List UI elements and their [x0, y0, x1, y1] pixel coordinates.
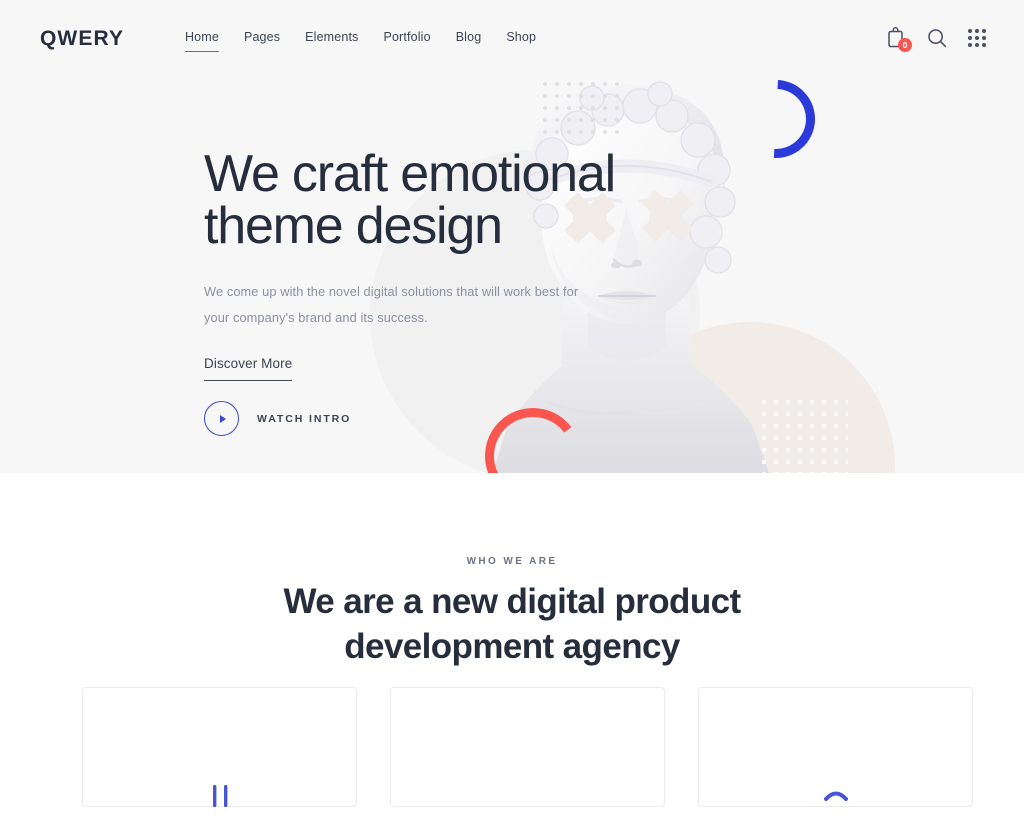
arc-icon [819, 785, 853, 820]
shopping-bag-icon[interactable]: 0 [887, 27, 912, 52]
nav-item-blog[interactable]: Blog [456, 30, 482, 51]
hero-content: We craft emotional theme design We come … [204, 148, 624, 382]
hero-description: We come up with the novel digital soluti… [204, 284, 579, 325]
main-navigation: Home Pages Elements Portfolio Blog Shop [185, 30, 536, 52]
pause-bars-icon [203, 785, 237, 820]
hero-title-line1: We craft emotional [204, 145, 616, 203]
nav-item-pages[interactable]: Pages [244, 30, 280, 51]
section-eyebrow: WHO WE ARE [466, 556, 558, 567]
play-icon[interactable] [204, 401, 239, 436]
cart-count-badge: 0 [898, 38, 912, 52]
search-icon[interactable] [927, 28, 947, 48]
hero-title-line2: theme design [204, 197, 503, 255]
site-logo[interactable]: QWERY [40, 27, 124, 51]
nav-item-shop[interactable]: Shop [506, 30, 536, 51]
section-title-line2: development agency [344, 626, 680, 666]
nav-item-elements[interactable]: Elements [305, 30, 358, 51]
grid-menu-icon[interactable] [968, 28, 986, 47]
feature-card-list [82, 687, 973, 807]
section-title: We are a new digital product development… [0, 580, 1024, 670]
nav-item-portfolio[interactable]: Portfolio [383, 30, 430, 51]
watch-intro-button[interactable]: WATCH INTRO [204, 401, 351, 436]
header-actions: 0 [887, 27, 986, 52]
site-header: QWERY Home Pages Elements Portfolio Blog… [0, 0, 1024, 77]
hero-title: We craft emotional theme design [204, 148, 624, 252]
dot-grid-decoration-bottom [758, 396, 848, 473]
blank-icon [511, 785, 545, 820]
section-title-line1: We are a new digital product [283, 582, 741, 621]
feature-card[interactable] [698, 687, 973, 807]
discover-more-link[interactable]: Discover More [204, 356, 293, 382]
about-section: WHO WE ARE We are a new digital product … [0, 473, 1024, 807]
feature-card[interactable] [390, 687, 665, 807]
watch-intro-label: WATCH INTRO [257, 412, 352, 425]
nav-item-home[interactable]: Home [185, 30, 219, 52]
feature-card[interactable] [82, 687, 357, 807]
